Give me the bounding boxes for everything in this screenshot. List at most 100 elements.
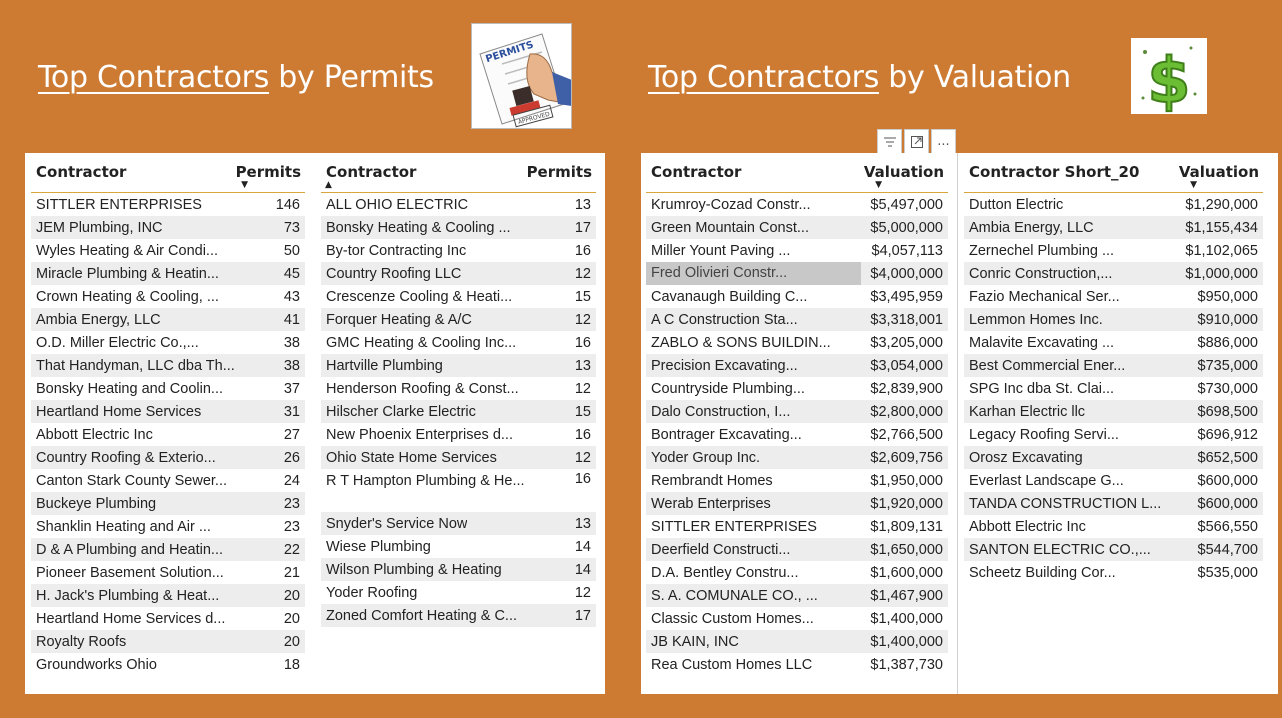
table-row[interactable]: Yoder Roofing 12 <box>321 581 596 604</box>
table-row[interactable]: Green Mountain Const... $5,000,000 <box>646 216 948 239</box>
table-row[interactable]: D.A. Bentley Constru... $1,600,000 <box>646 561 948 584</box>
table-row[interactable]: Royalty Roofs 20 <box>31 630 305 653</box>
column-header-contractor[interactable]: Contractor <box>326 163 416 181</box>
table-row[interactable]: Orosz Excavating $652,500 <box>964 446 1263 469</box>
permits-table-alpha[interactable]: Contractor Permits ▲ ALL OHIO ELECTRIC 13… <box>321 153 596 627</box>
table-row[interactable]: D & A Plumbing and Heatin... 22 <box>31 538 305 561</box>
filter-icon[interactable] <box>877 129 902 154</box>
table-row[interactable]: Malavite Excavating ... $886,000 <box>964 331 1263 354</box>
table-row[interactable]: Pioneer Basement Solution... 21 <box>31 561 305 584</box>
table-row[interactable]: Everlast Landscape G... $600,000 <box>964 469 1263 492</box>
table-row[interactable]: Rea Custom Homes LLC $1,387,730 <box>646 653 948 676</box>
table-row[interactable]: Abbott Electric Inc 27 <box>31 423 305 446</box>
table-row[interactable]: Abbott Electric Inc $566,550 <box>964 515 1263 538</box>
column-header-permits[interactable]: Permits <box>236 163 301 181</box>
cell-contractor: Hartville Plumbing <box>326 357 443 374</box>
table-row[interactable]: Wilson Plumbing & Heating 14 <box>321 558 596 581</box>
table-row[interactable]: SITTLER ENTERPRISES 146 <box>31 193 305 216</box>
table-row[interactable]: Country Roofing & Exterio... 26 <box>31 446 305 469</box>
table-row[interactable]: By-tor Contracting Inc 16 <box>321 239 596 262</box>
table-row[interactable]: JEM Plumbing, INC 73 <box>31 216 305 239</box>
table-row[interactable]: SPG Inc dba St. Clai... $730,000 <box>964 377 1263 400</box>
table-row[interactable]: SANTON ELECTRIC CO.,... $544,700 <box>964 538 1263 561</box>
table-row[interactable]: Legacy Roofing Servi... $696,912 <box>964 423 1263 446</box>
table-row[interactable]: Zernechel Plumbing ... $1,102,065 <box>964 239 1263 262</box>
table-row[interactable]: ALL OHIO ELECTRIC 13 <box>321 193 596 216</box>
column-header-contractor-short[interactable]: Contractor Short_20 <box>969 163 1139 181</box>
valuation-title-link[interactable]: Top Contractors <box>648 60 879 95</box>
table-row[interactable]: Classic Custom Homes... $1,400,000 <box>646 607 948 630</box>
valuation-table-top[interactable]: Contractor Valuation ▼ Krumroy-Cozad Con… <box>646 153 948 676</box>
valuation-table-short[interactable]: Contractor Short_20 Valuation ▼ Dutton E… <box>964 153 1263 584</box>
table-row[interactable]: Canton Stark County Sewer... 24 <box>31 469 305 492</box>
table-row[interactable]: Wiese Plumbing 14 <box>321 535 596 558</box>
table-row[interactable]: ZABLO & SONS BUILDIN... $3,205,000 <box>646 331 948 354</box>
table-row[interactable]: Henderson Roofing & Const... 12 <box>321 377 596 400</box>
table-row[interactable]: TANDA CONSTRUCTION L... $600,000 <box>964 492 1263 515</box>
permits-title-link[interactable]: Top Contractors <box>38 60 269 95</box>
table-row[interactable]: Buckeye Plumbing 23 <box>31 492 305 515</box>
cell-contractor: ZABLO & SONS BUILDIN... <box>651 334 831 351</box>
column-header-valuation[interactable]: Valuation <box>1179 163 1259 181</box>
table-row[interactable]: Rembrandt Homes $1,950,000 <box>646 469 948 492</box>
table-row[interactable]: Zoned Comfort Heating & C... 17 <box>321 604 596 627</box>
table-row[interactable]: That Handyman, LLC dba Th... 38 <box>31 354 305 377</box>
table-row[interactable]: Dutton Electric $1,290,000 <box>964 193 1263 216</box>
column-header-valuation[interactable]: Valuation <box>864 163 944 181</box>
table-row[interactable]: Miracle Plumbing & Heatin... 45 <box>31 262 305 285</box>
table-row[interactable]: Wyles Heating & Air Condi... 50 <box>31 239 305 262</box>
table-row[interactable]: SITTLER ENTERPRISES $1,809,131 <box>646 515 948 538</box>
table-row[interactable]: GMC Heating & Cooling Inc... 16 <box>321 331 596 354</box>
table-row[interactable]: Snyder's Service Now 13 <box>321 512 596 535</box>
table-row[interactable]: Lemmon Homes Inc. $910,000 <box>964 308 1263 331</box>
table-row[interactable]: Bontrager Excavating... $2,766,500 <box>646 423 948 446</box>
column-header-contractor[interactable]: Contractor <box>36 163 126 181</box>
table-row[interactable]: S. A. COMUNALE CO., ... $1,467,900 <box>646 584 948 607</box>
table-row[interactable]: Dalo Construction, I... $2,800,000 <box>646 400 948 423</box>
cell-contractor: H. Jack's Plumbing & Heat... <box>36 587 220 604</box>
table-row[interactable]: Conric Construction,... $1,000,000 <box>964 262 1263 285</box>
focus-mode-icon[interactable] <box>904 129 929 154</box>
table-row[interactable]: Ohio State Home Services 12 <box>321 446 596 469</box>
table-row[interactable]: A C Construction Sta... $3,318,001 <box>646 308 948 331</box>
cell-value: $2,800,000 <box>870 403 943 420</box>
table-row[interactable]: Karhan Electric llc $698,500 <box>964 400 1263 423</box>
table-row[interactable]: Best Commercial Ener... $735,000 <box>964 354 1263 377</box>
table-row[interactable]: Miller Yount Paving ... $4,057,113 <box>646 239 948 262</box>
table-row[interactable]: Hartville Plumbing 13 <box>321 354 596 377</box>
table-row[interactable]: Werab Enterprises $1,920,000 <box>646 492 948 515</box>
table-row[interactable]: Fazio Mechanical Ser... $950,000 <box>964 285 1263 308</box>
table-row[interactable]: Countryside Plumbing... $2,839,900 <box>646 377 948 400</box>
table-row[interactable]: Precision Excavating... $3,054,000 <box>646 354 948 377</box>
table-row[interactable]: Deerfield Constructi... $1,650,000 <box>646 538 948 561</box>
table-row[interactable]: Hilscher Clarke Electric 15 <box>321 400 596 423</box>
table-row[interactable]: Crown Heating & Cooling, ... 43 <box>31 285 305 308</box>
table-row[interactable]: New Phoenix Enterprises d... 16 <box>321 423 596 446</box>
column-header-contractor[interactable]: Contractor <box>651 163 741 181</box>
cell-value: $4,000,000 <box>870 265 943 282</box>
table-row[interactable]: O.D. Miller Electric Co.,... 38 <box>31 331 305 354</box>
table-row[interactable]: Ambia Energy, LLC 41 <box>31 308 305 331</box>
table-row[interactable]: R T Hampton Plumbing & He... 16 <box>321 469 596 512</box>
table-row[interactable]: JB KAIN, INC $1,400,000 <box>646 630 948 653</box>
table-row[interactable]: Krumroy-Cozad Constr... $5,497,000 <box>646 193 948 216</box>
table-row[interactable]: Country Roofing LLC 12 <box>321 262 596 285</box>
table-row[interactable]: Crescenze Cooling & Heati... 15 <box>321 285 596 308</box>
table-row[interactable]: Scheetz Building Cor... $535,000 <box>964 561 1263 584</box>
column-header-permits[interactable]: Permits <box>527 163 592 181</box>
table-row[interactable]: Ambia Energy, LLC $1,155,434 <box>964 216 1263 239</box>
svg-text:$: $ <box>1147 44 1190 114</box>
more-options-button[interactable]: ... <box>931 129 956 154</box>
table-row[interactable]: Heartland Home Services d... 20 <box>31 607 305 630</box>
permits-table-top[interactable]: Contractor Permits ▼ SITTLER ENTERPRISES… <box>31 153 305 676</box>
table-row[interactable]: Fred Olivieri Constr... $4,000,000 <box>646 262 948 285</box>
table-row[interactable]: H. Jack's Plumbing & Heat... 20 <box>31 584 305 607</box>
table-row[interactable]: Bonsky Heating & Cooling ... 17 <box>321 216 596 239</box>
table-row[interactable]: Heartland Home Services 31 <box>31 400 305 423</box>
table-row[interactable]: Groundworks Ohio 18 <box>31 653 305 676</box>
table-row[interactable]: Forquer Heating & A/C 12 <box>321 308 596 331</box>
table-row[interactable]: Bonsky Heating and Coolin... 37 <box>31 377 305 400</box>
table-row[interactable]: Yoder Group Inc. $2,609,756 <box>646 446 948 469</box>
table-row[interactable]: Cavanaugh Building C... $3,495,959 <box>646 285 948 308</box>
table-row[interactable]: Shanklin Heating and Air ... 23 <box>31 515 305 538</box>
